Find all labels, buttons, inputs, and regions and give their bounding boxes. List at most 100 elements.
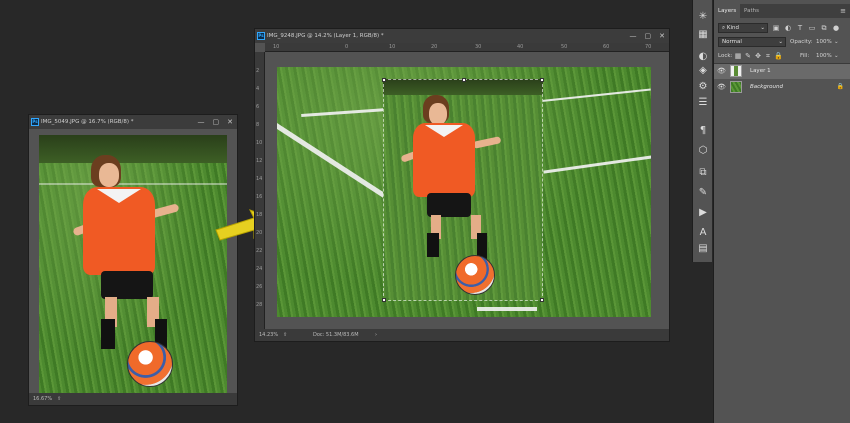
- lock-transparency-icon[interactable]: ▦: [734, 52, 742, 60]
- transform-handle[interactable]: [462, 78, 466, 82]
- document-title: IMG_9248.JPG @ 14.2% (Layer 1, RGB/8) *: [267, 33, 384, 39]
- eye-icon[interactable]: 👁: [717, 64, 726, 78]
- layer-name[interactable]: Background: [750, 80, 783, 94]
- lock-icon: 🔒: [836, 83, 844, 90]
- layer-row-background[interactable]: 👁 Background 🔒: [714, 80, 850, 95]
- filter-adjustment-icon[interactable]: ◐: [784, 24, 792, 32]
- field-line: [39, 183, 227, 185]
- black-shorts: [101, 271, 153, 299]
- blend-mode-dropdown[interactable]: Normal ⌄: [718, 37, 786, 47]
- child-face: [99, 163, 119, 187]
- close-button[interactable]: ✕: [659, 29, 665, 43]
- filter-smart-icon[interactable]: ⧉: [820, 24, 828, 32]
- filter-type-icon[interactable]: T: [796, 24, 804, 32]
- document-tab-left[interactable]: Ps IMG_5049.JPG @ 16.7% (RGB/8) * — ▢ ✕: [29, 115, 237, 129]
- field-line: [527, 88, 651, 104]
- status-arrow-icon[interactable]: ›: [375, 329, 377, 341]
- transform-handle[interactable]: [382, 298, 386, 302]
- asterisk-icon[interactable]: ✳: [696, 10, 710, 24]
- layer-thumbnail: [730, 65, 742, 77]
- transform-handle[interactable]: [540, 78, 544, 82]
- ruler-vertical[interactable]: 2 4 6 8 10 12 14 16 18 20 22 24 26 28: [255, 52, 265, 330]
- lock-all-icon[interactable]: 🔒: [774, 52, 783, 60]
- lock-position-icon[interactable]: ✥: [754, 52, 762, 60]
- ruler-label: 20: [431, 44, 438, 50]
- panel-icon-strip: ✳ ▦ ◐ ◈ ⚙ ☰ ¶ ⬡ ⧉ ✎ ▶ A ▤: [692, 0, 712, 262]
- play-icon[interactable]: ▶: [696, 206, 710, 220]
- swatches-icon[interactable]: ▦: [696, 28, 710, 42]
- filter-toggle-icon[interactable]: ●: [832, 24, 840, 32]
- photoshop-icon: Ps: [31, 118, 39, 126]
- layer-name[interactable]: Layer 1: [750, 64, 771, 78]
- share-icon[interactable]: ⇪: [283, 329, 287, 341]
- photoshop-icon: Ps: [257, 32, 265, 40]
- opacity-label: Opacity:: [790, 39, 813, 45]
- tab-paths[interactable]: Paths: [740, 4, 763, 18]
- ruler-label: 0: [345, 44, 349, 50]
- filter-shape-icon[interactable]: ▭: [808, 24, 816, 32]
- chevron-down-icon: ⌄: [778, 39, 783, 45]
- document-window-left[interactable]: Ps IMG_5049.JPG @ 16.7% (RGB/8) * — ▢ ✕: [28, 114, 238, 406]
- lock-row: Lock: ▦ ✎ ✥ ⌗ 🔒 Fill: 100% ⌄: [716, 50, 848, 62]
- tree-line: [39, 135, 227, 163]
- transform-handle[interactable]: [540, 298, 544, 302]
- document-tab-main[interactable]: Ps IMG_9248.JPG @ 14.2% (Layer 1, RGB/8)…: [255, 29, 669, 43]
- opacity-value[interactable]: 100%: [816, 36, 832, 48]
- layer-bounding-box[interactable]: [382, 78, 544, 302]
- fill-value[interactable]: 100%: [816, 50, 832, 62]
- ruler-label: 10: [273, 44, 280, 50]
- adjustments-icon[interactable]: ◐: [696, 50, 710, 64]
- ruler-label: 14: [256, 176, 263, 182]
- image-canvas-main[interactable]: [277, 67, 651, 317]
- ruler-label: 22: [256, 248, 263, 254]
- chevron-down-icon: ⌄: [760, 25, 765, 31]
- lock-artboard-icon[interactable]: ⌗: [764, 52, 772, 60]
- layer-thumbnail: [730, 81, 742, 93]
- sliders-icon[interactable]: ☰: [696, 96, 710, 110]
- minimize-button[interactable]: —: [198, 115, 205, 129]
- ruler-label: 2: [256, 68, 260, 74]
- ruler-label: 24: [256, 266, 263, 272]
- child-sock: [101, 319, 115, 349]
- grid-icon[interactable]: ▤: [696, 242, 710, 256]
- layer-row-layer-1[interactable]: 👁 Layer 1: [714, 64, 850, 79]
- filter-pixel-icon[interactable]: ▣: [772, 24, 780, 32]
- panel-tabs: Layers Paths ≡: [714, 4, 850, 18]
- ruler-label: 40: [517, 44, 524, 50]
- cube-icon[interactable]: ⬡: [696, 144, 710, 158]
- transform-handle[interactable]: [382, 78, 386, 82]
- zoom-level[interactable]: 16.67%: [33, 393, 52, 405]
- panel-menu-icon[interactable]: ≡: [840, 4, 846, 18]
- ruler-label: 18: [256, 212, 263, 218]
- ruler-horizontal[interactable]: 10 0 10 20 30 40 50 60 70: [265, 43, 669, 52]
- filter-kind-dropdown[interactable]: ⌕ Kind ⌄: [718, 23, 768, 33]
- minimize-button[interactable]: —: [630, 29, 637, 43]
- chevron-down-icon[interactable]: ⌄: [834, 36, 839, 48]
- ruler-label: 16: [256, 194, 263, 200]
- chevron-down-icon[interactable]: ⌄: [834, 50, 839, 62]
- image-canvas-left[interactable]: [39, 135, 227, 393]
- fill-label: Fill:: [800, 53, 810, 59]
- maximize-button[interactable]: ▢: [213, 115, 220, 129]
- field-line: [543, 155, 651, 174]
- close-button[interactable]: ✕: [227, 115, 233, 129]
- brush-icon[interactable]: ✎: [696, 186, 710, 200]
- ruler-label: 12: [256, 158, 263, 164]
- zoom-level[interactable]: 14.23%: [259, 329, 278, 341]
- paragraph-icon[interactable]: ¶: [696, 124, 710, 138]
- maximize-button[interactable]: ▢: [645, 29, 652, 43]
- field-line: [477, 307, 537, 311]
- text-icon[interactable]: A: [696, 226, 710, 240]
- eye-icon[interactable]: 👁: [717, 80, 726, 94]
- share-icon[interactable]: ⇪: [57, 393, 61, 405]
- soccer-ball: [127, 341, 173, 387]
- clone-icon[interactable]: ⧉: [696, 166, 710, 180]
- layer-content: Layer 1: [728, 64, 848, 78]
- ruler-label: 30: [475, 44, 482, 50]
- styles-icon[interactable]: ◈: [696, 64, 710, 78]
- lock-pixels-icon[interactable]: ✎: [744, 52, 752, 60]
- document-window-main[interactable]: Ps IMG_9248.JPG @ 14.2% (Layer 1, RGB/8)…: [254, 28, 670, 342]
- document-size[interactable]: Doc: 51.3M/83.6M: [313, 329, 359, 341]
- tab-layers[interactable]: Layers: [714, 4, 741, 18]
- properties-icon[interactable]: ⚙: [696, 80, 710, 94]
